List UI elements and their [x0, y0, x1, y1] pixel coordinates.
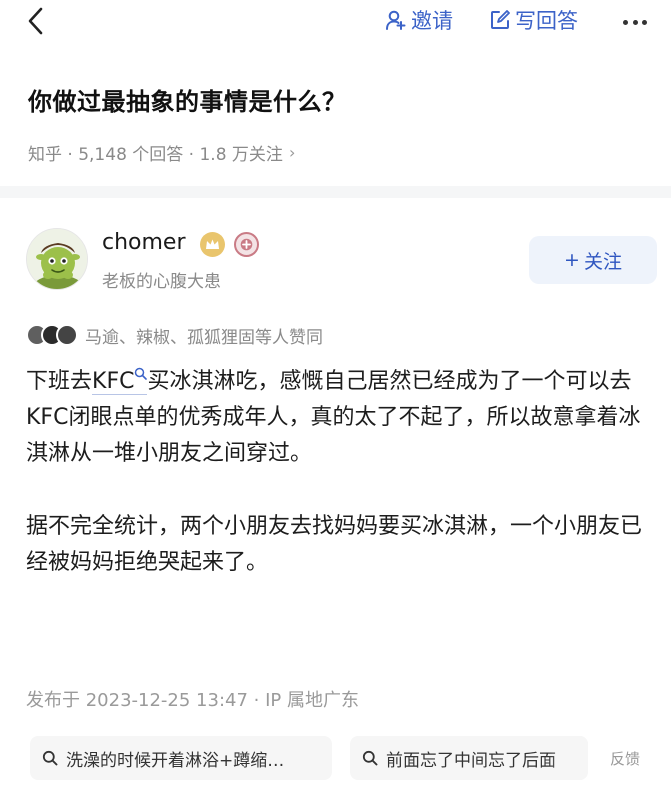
likers-text: 马逾、辣椒、孤狐狸固等人赞同 [85, 327, 323, 348]
person-add-icon [386, 10, 406, 30]
related-search-text: 洗澡的时候开着淋浴+蹲缩… [66, 750, 285, 771]
answer-text: 下班去 [26, 369, 93, 394]
avatar-image [27, 229, 87, 289]
search-link-kfc[interactable]: KFC [92, 367, 148, 395]
answer-paragraph-1: 下班去KFC 买冰淇淋吃，感慨自己居然已经成为了一个可以去KFC闭眼点单的优秀成年… [26, 364, 646, 472]
invite-button[interactable]: 邀请 [385, 6, 453, 34]
question-meta[interactable]: 知乎 · 5,148 个回答 · 1.8 万关注 › [28, 140, 295, 165]
feedback-link[interactable]: 反馈 [610, 748, 640, 769]
follow-button[interactable]: + 关注 [529, 236, 657, 284]
liker-avatar [56, 324, 78, 346]
publish-info: 发布于 2023-12-25 13:47 · IP 属地广东 [26, 690, 359, 711]
plus-badge-icon [234, 232, 259, 257]
author-avatar[interactable] [26, 228, 88, 290]
question-title[interactable]: 你做过最抽象的事情是什么？ [28, 82, 347, 117]
top-bar: 邀请 写回答 [0, 0, 671, 44]
author-name[interactable]: chomer [102, 230, 186, 255]
invite-label: 邀请 [411, 9, 453, 33]
crown-badge-icon [200, 232, 225, 257]
more-button[interactable] [620, 12, 650, 32]
related-search-text: 前面忘了中间忘了后面 [386, 750, 556, 771]
more-dots-icon [623, 19, 628, 25]
search-icon [362, 750, 378, 766]
write-answer-label: 写回答 [515, 9, 578, 33]
fade-overlay [548, 736, 588, 780]
write-answer-button[interactable]: 写回答 [489, 6, 578, 34]
related-search-2[interactable]: 前面忘了中间忘了后面 [350, 736, 588, 780]
chevron-left-icon [28, 7, 43, 35]
search-icon [42, 750, 58, 766]
likers-row[interactable]: 马逾、辣椒、孤狐狸固等人赞同 [26, 322, 323, 348]
related-search-1[interactable]: 洗澡的时候开着淋浴+蹲缩… [30, 736, 332, 780]
question-stats: 知乎 · 5,148 个回答 · 1.8 万关注 [28, 145, 283, 165]
author-headline: 老板的心腹大患 [102, 272, 221, 292]
edit-icon [491, 10, 510, 29]
answer-body[interactable]: 下班去KFC 买冰淇淋吃，感慨自己居然已经成为了一个可以去KFC闭眼点单的优秀成年… [26, 364, 646, 581]
plus-icon: + [564, 249, 580, 271]
chevron-right-icon: › [288, 143, 296, 162]
follow-label: 关注 [583, 250, 622, 273]
search-icon [135, 367, 148, 380]
back-button[interactable] [22, 6, 52, 36]
section-divider [0, 186, 671, 198]
answer-paragraph-2: 据不完全统计，两个小朋友去找妈妈要买冰淇淋，一个小朋友已经被妈妈拒绝哭起来了。 [26, 514, 643, 575]
